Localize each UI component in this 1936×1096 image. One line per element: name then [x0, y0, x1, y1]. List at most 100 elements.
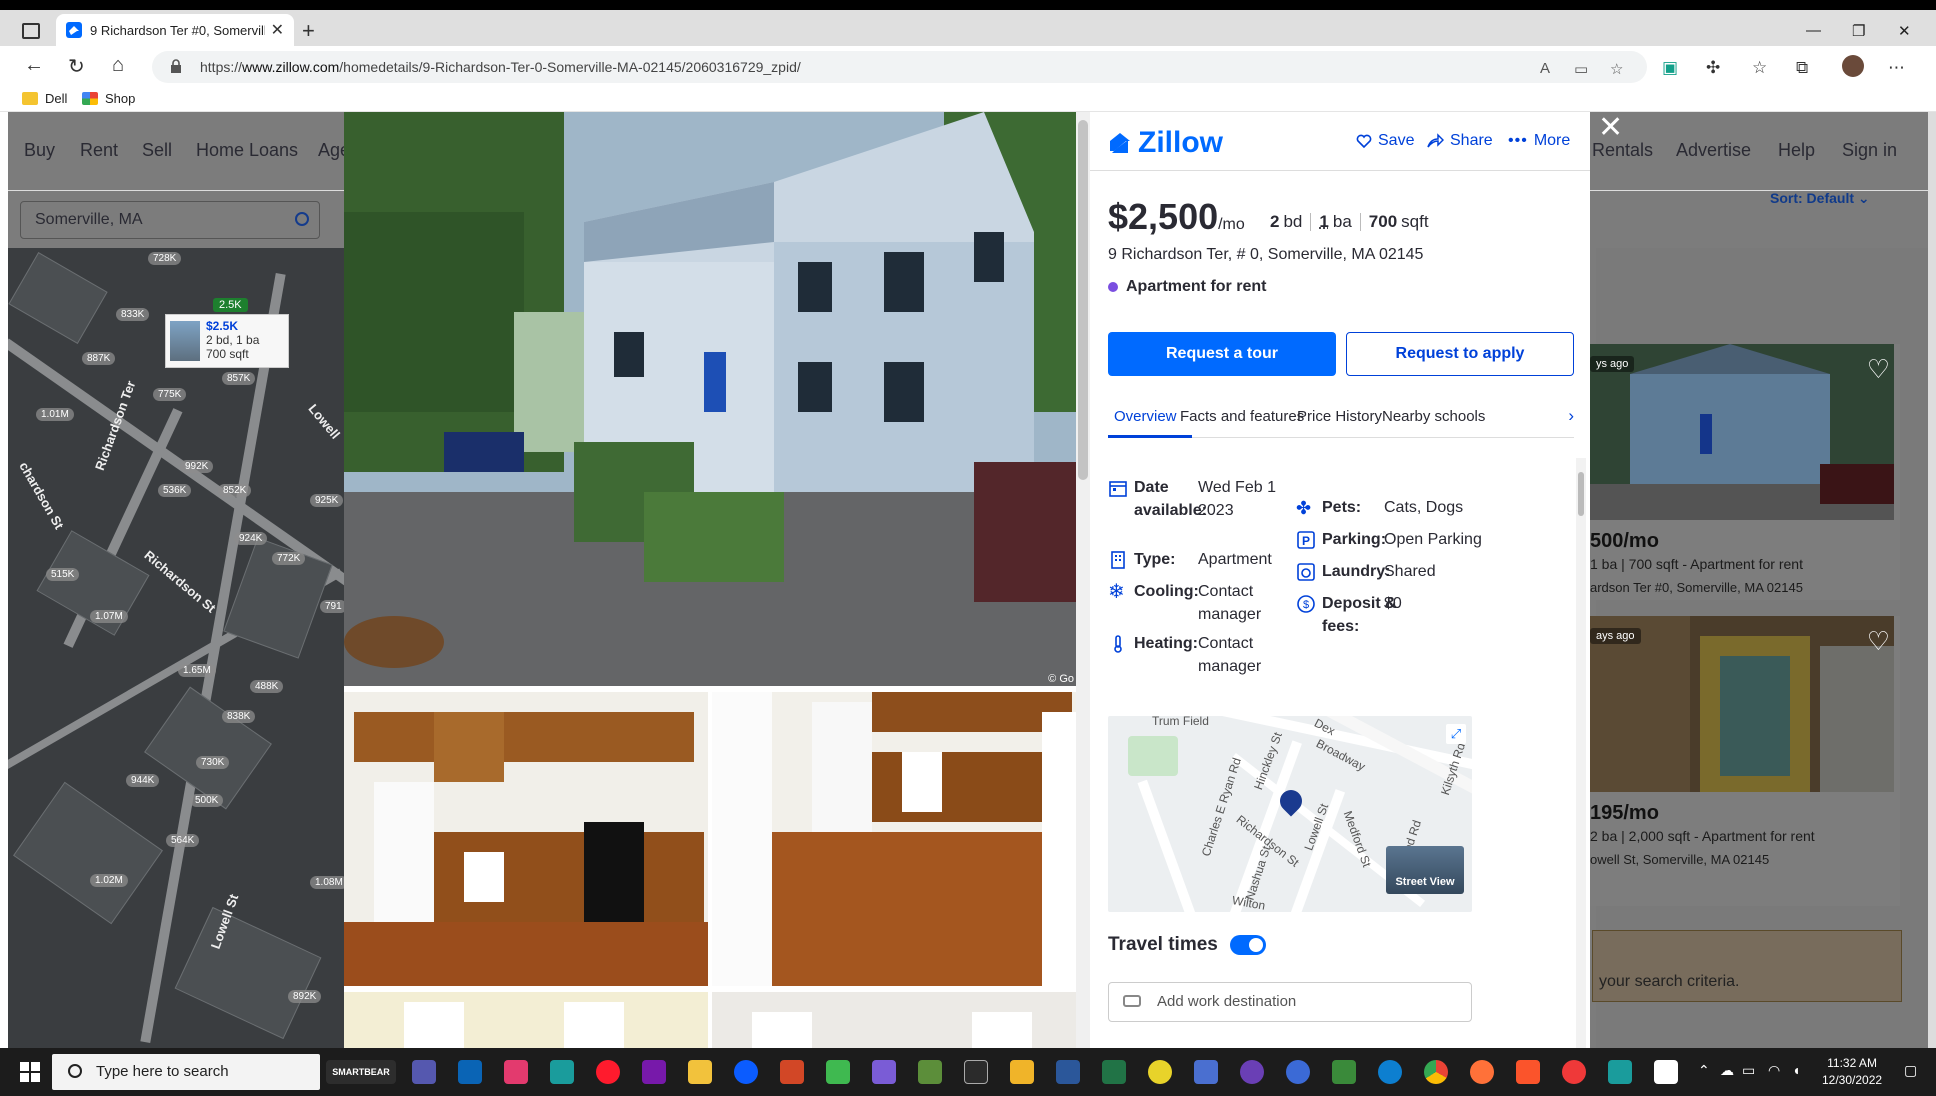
new-tab-icon[interactable]: + — [302, 18, 315, 44]
map-price[interactable]: 944K — [126, 774, 160, 787]
more-menu-icon[interactable]: ⋯ — [1888, 58, 1905, 78]
camtasia-icon[interactable] — [826, 1060, 850, 1084]
favorites-icon[interactable]: ☆ — [1752, 58, 1767, 78]
notepad-icon[interactable] — [918, 1060, 942, 1084]
kitchen-photo-2[interactable] — [712, 692, 1076, 986]
save-heart-icon[interactable]: ♡ — [1867, 626, 1890, 657]
bookmark-dell[interactable]: Dell — [22, 91, 67, 106]
nav-sell[interactable]: Sell — [142, 140, 172, 161]
wifi-icon[interactable]: ◠ — [1768, 1062, 1780, 1079]
close-window-icon[interactable]: ✕ — [1898, 22, 1911, 40]
onenote-icon[interactable] — [642, 1060, 666, 1084]
reader-mode-icon[interactable]: ▭ — [1574, 60, 1588, 78]
listing-card[interactable]: ays ago ♡ 195/mo 2 ba | 2,000 sqft - Apa… — [1590, 616, 1900, 906]
save-heart-icon[interactable]: ♡ — [1867, 354, 1890, 385]
extension-icon[interactable]: ▣ — [1662, 58, 1678, 78]
browser-tab-active[interactable]: 9 Richardson Ter #0, Somerville, ✕ — [56, 14, 294, 46]
minimize-icon[interactable]: — — [1806, 22, 1821, 39]
nav-help[interactable]: Help — [1778, 140, 1815, 161]
tray-chevron-icon[interactable]: ⌃ — [1698, 1062, 1710, 1079]
app-icon[interactable] — [1148, 1060, 1172, 1084]
sort-dropdown[interactable]: Sort: Default ⌄ — [1770, 190, 1870, 207]
map-price[interactable]: 1.07M — [90, 610, 128, 623]
opera-icon[interactable] — [596, 1060, 620, 1084]
app-icon[interactable] — [1332, 1060, 1356, 1084]
tab-actions-icon[interactable] — [22, 23, 40, 39]
app-icon[interactable] — [550, 1060, 574, 1084]
teams-icon[interactable] — [412, 1060, 436, 1084]
map-price[interactable]: 892K — [288, 990, 322, 1003]
map-price[interactable]: 852K — [218, 484, 252, 497]
chevron-right-icon[interactable]: › — [1568, 406, 1574, 426]
map-price[interactable]: 536K — [158, 484, 192, 497]
map-preview-card[interactable]: $2.5K 2 bd, 1 ba 700 sqft — [165, 314, 289, 368]
favorite-star-icon[interactable]: ☆ — [1610, 60, 1623, 78]
map-price[interactable]: 564K — [166, 834, 200, 847]
room-photo-3[interactable] — [344, 992, 708, 1048]
map-price[interactable]: 887K — [82, 352, 116, 365]
zillow-logo[interactable]: Zillow — [1108, 126, 1223, 160]
map-price[interactable]: 488K — [250, 680, 284, 693]
request-tour-button[interactable]: Request a tour — [1108, 332, 1336, 376]
chrome-icon[interactable] — [1424, 1060, 1448, 1084]
save-button[interactable]: Save — [1356, 132, 1414, 150]
map-price[interactable]: 772K — [272, 552, 306, 565]
collections-icon[interactable]: ⧉ — [1796, 58, 1808, 78]
map-price[interactable]: 791 — [320, 600, 347, 613]
details-scrollbar[interactable] — [1576, 458, 1586, 1048]
terminal-icon[interactable] — [964, 1060, 988, 1084]
nav-home-loans[interactable]: Home Loans — [196, 140, 298, 161]
refresh-icon[interactable]: ↻ — [68, 54, 85, 79]
onedrive-icon[interactable]: ☁ — [1720, 1062, 1734, 1079]
map-price[interactable]: 1.01M — [36, 408, 74, 421]
map-price[interactable]: 1.02M — [90, 874, 128, 887]
kitchen-photo-1[interactable] — [344, 692, 708, 986]
travel-times-toggle[interactable] — [1229, 935, 1266, 955]
taskbar-clock[interactable]: 11:32 AM 12/30/2022 — [1822, 1055, 1882, 1089]
selected-price-chip[interactable]: 2.5K — [213, 298, 248, 312]
tab-facts-features[interactable]: Facts and features — [1180, 408, 1304, 425]
page-scrollbar[interactable] — [1928, 112, 1936, 1048]
map-price[interactable]: 925K — [310, 494, 344, 507]
back-icon[interactable]: ← — [24, 54, 44, 77]
nav-sign-in[interactable]: Sign in — [1842, 140, 1897, 161]
expand-map-icon[interactable]: ⤢ — [1446, 724, 1466, 744]
profile-avatar[interactable] — [1842, 55, 1864, 77]
close-tab-icon[interactable]: ✕ — [271, 20, 284, 40]
word-icon[interactable] — [1056, 1060, 1080, 1084]
map-price[interactable]: 775K — [153, 388, 187, 401]
room-photo-4[interactable] — [712, 992, 1076, 1048]
restore-icon[interactable]: ❐ — [1852, 22, 1865, 40]
map-price[interactable]: 500K — [190, 794, 224, 807]
brave-icon[interactable] — [1516, 1060, 1540, 1084]
photo-scrollbar-thumb[interactable] — [1078, 120, 1088, 480]
map-price[interactable]: 728K — [148, 252, 182, 265]
tab-overview[interactable]: Overview — [1114, 408, 1177, 425]
nav-rent[interactable]: Rent — [80, 140, 118, 161]
read-aloud-icon[interactable]: A — [1540, 60, 1550, 77]
map-price[interactable]: 515K — [46, 568, 80, 581]
powerpoint-icon[interactable] — [780, 1060, 804, 1084]
app-icon[interactable] — [1654, 1060, 1678, 1084]
tab-nearby-schools[interactable]: Nearby schools — [1382, 408, 1485, 425]
file-explorer-icon[interactable] — [688, 1060, 712, 1084]
bookmark-shop[interactable]: Shop — [82, 91, 135, 106]
details-scrollbar-thumb[interactable] — [1578, 472, 1584, 516]
extensions-puzzle-icon[interactable]: ✣ — [1706, 58, 1720, 78]
listing-card[interactable]: ys ago ♡ 500/mo 1 ba | 700 sqft - Apartm… — [1590, 344, 1900, 600]
map-price[interactable]: 1.65M — [178, 664, 216, 677]
map-price[interactable]: 1.08M — [310, 876, 348, 889]
github-icon[interactable] — [1240, 1060, 1264, 1084]
map-price[interactable]: 838K — [222, 710, 256, 723]
map-price[interactable]: 924K — [234, 532, 268, 545]
baths-count[interactable]: 1 — [1319, 212, 1328, 232]
nav-advertise[interactable]: Advertise — [1676, 140, 1751, 161]
search-icon[interactable] — [295, 212, 309, 226]
app-icon[interactable] — [1608, 1060, 1632, 1084]
location-map[interactable]: Trum Field Charles E Ryan Rd Hinckley St… — [1108, 716, 1472, 912]
edge-icon[interactable] — [1378, 1060, 1402, 1084]
volume-icon[interactable]: ◖ — [1792, 1062, 1800, 1078]
share-button[interactable]: Share — [1426, 132, 1493, 150]
work-destination-input[interactable]: Add work destination — [1108, 982, 1472, 1022]
windows-start-icon[interactable] — [20, 1062, 40, 1082]
